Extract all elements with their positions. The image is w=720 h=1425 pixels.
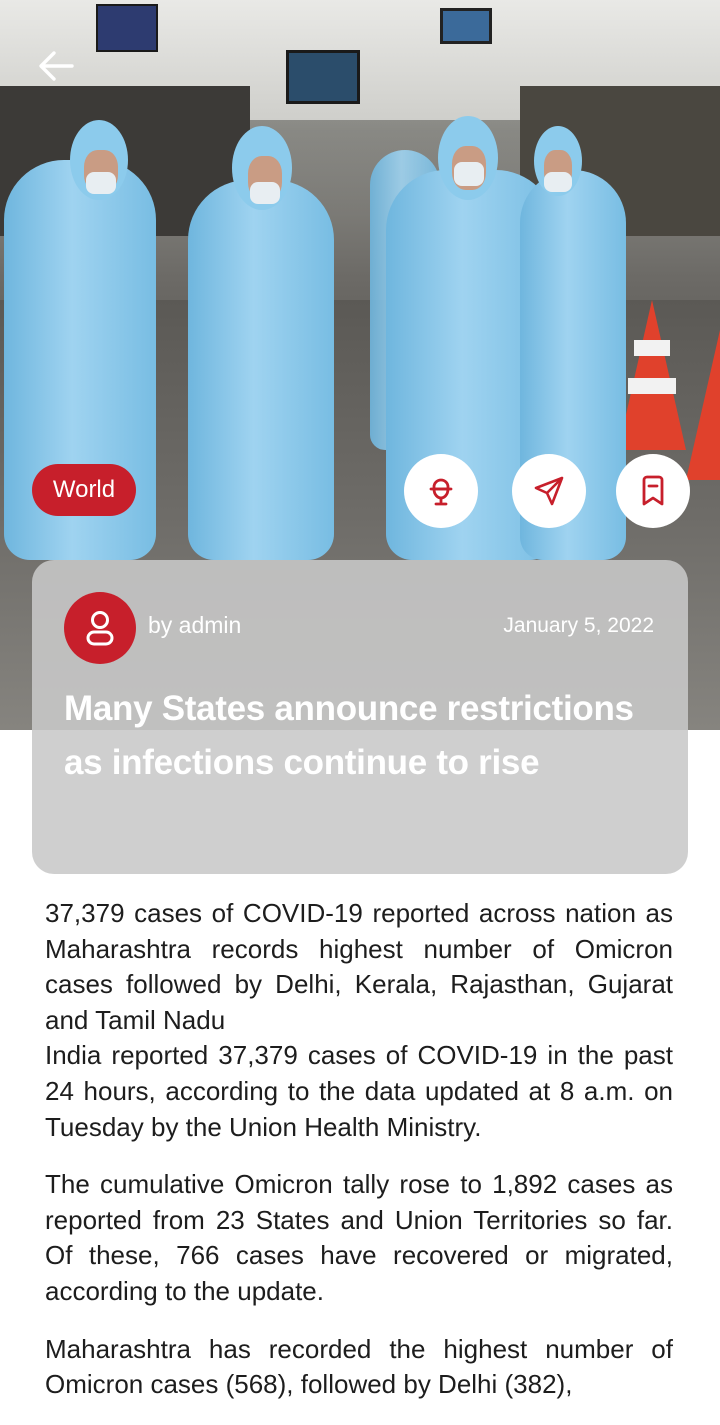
listen-button[interactable] (404, 454, 478, 528)
article-summary: 37,379 cases of COVID-19 reported across… (45, 898, 673, 1035)
arrow-left-icon (39, 51, 74, 81)
category-badge[interactable]: World (32, 464, 136, 516)
article-paragraph: Maharashtra has recorded the highest num… (45, 1333, 673, 1400)
article-paragraph: The cumulative Omicron tally rose to 1,8… (45, 1169, 673, 1306)
author-avatar[interactable] (64, 592, 136, 664)
share-button[interactable] (512, 454, 586, 528)
article-paragraph: India reported 37,379 cases of COVID-19 … (45, 1040, 673, 1142)
bookmark-icon (642, 475, 664, 506)
microphone-icon (429, 478, 453, 506)
author-name[interactable]: by admin (148, 612, 241, 639)
user-icon (86, 611, 114, 646)
back-button[interactable] (36, 46, 76, 86)
publish-date: January 5, 2022 (503, 614, 654, 637)
bookmark-button[interactable] (616, 454, 690, 528)
send-icon (534, 476, 564, 506)
article-title: Many States announce restrictions as inf… (64, 689, 634, 782)
article-header-card: by admin January 5, 2022 Many States ann… (32, 560, 688, 874)
article-body: 37,379 cases of COVID-19 reported across… (45, 896, 673, 1425)
